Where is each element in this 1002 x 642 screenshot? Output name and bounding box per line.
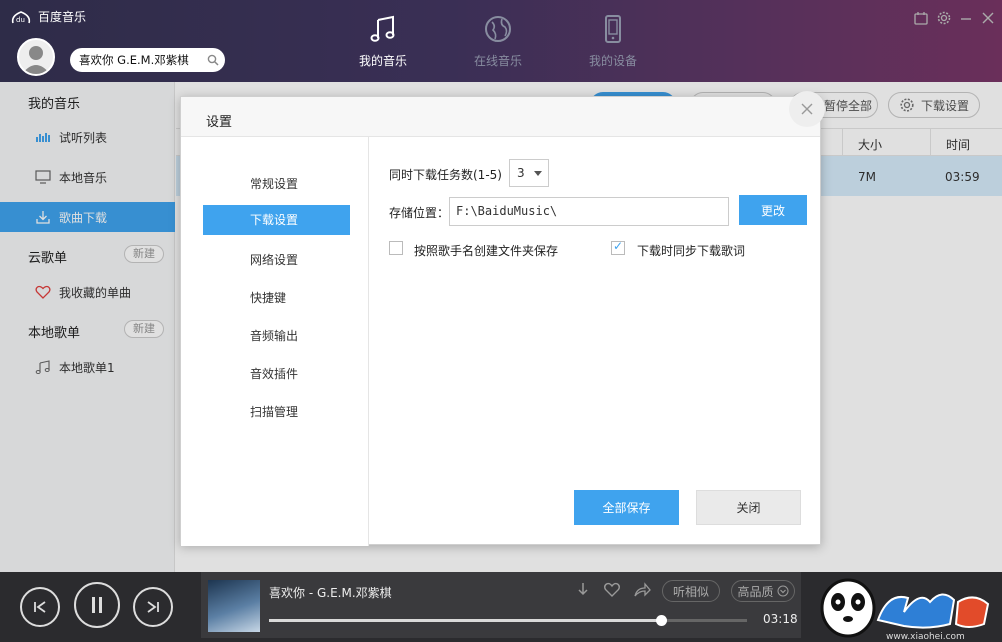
download-icon[interactable] [574,581,592,599]
search-box[interactable]: 喜欢你 G.E.M.邓紫棋 [70,48,225,72]
download-settings-panel: 同时下载任务数(1-5) 3 存储位置： F:\BaiduMusic\ 更改 按… [369,137,821,546]
quality-label: 高品质 [737,584,774,599]
pause-icon [92,597,102,613]
album-cover[interactable] [208,580,260,632]
svg-text:du: du [16,16,25,24]
svg-text:www.xiaohei.com: www.xiaohei.com [886,632,965,642]
sync-lyrics-label: 下载时同步下载歌词 [637,244,746,258]
elapsed-time: 03:18 [763,612,798,626]
user-avatar[interactable] [17,38,55,76]
track-title[interactable]: 喜欢你 - G.E.M.邓紫棋 [269,584,392,601]
settings-nav-general[interactable]: 常规设置 [203,169,350,199]
app-title: 百度音乐 [38,10,87,24]
settings-nav-effect-plugins[interactable]: 音效插件 [203,359,350,389]
tab-my-device[interactable]: 我的设备 [573,14,653,69]
globe-icon [485,16,511,42]
change-path-button[interactable]: 更改 [739,195,807,225]
search-icon[interactable] [207,54,219,66]
chevron-down-icon [534,171,542,176]
tab-online-music-label: 在线音乐 [473,54,522,68]
similar-songs-button[interactable]: 听相似 [662,580,720,602]
minimize-icon[interactable] [958,10,974,26]
now-playing-panel: 喜欢你 - G.E.M.邓紫棋 听相似 高品质 03:18 [201,572,801,638]
user-silhouette-icon [22,46,50,74]
close-icon [801,103,813,115]
storage-path-field[interactable]: F:\BaiduMusic\ [449,197,729,226]
music-note-icon [370,15,395,42]
share-icon[interactable] [633,581,651,599]
sync-lyrics-checkbox[interactable] [611,239,625,255]
heart-icon[interactable] [603,581,621,599]
tab-my-music[interactable]: 我的音乐 [343,14,423,69]
settings-nav-download[interactable]: 下载设置 [203,205,350,235]
concurrent-downloads-value: 3 [517,166,525,180]
folder-by-artist-label: 按照歌手名创建文件夹保存 [414,244,559,258]
phone-device-icon [605,15,621,43]
tab-online-music[interactable]: 在线音乐 [458,14,538,69]
chevron-down-icon [777,585,788,597]
previous-track-button[interactable] [20,587,60,627]
settings-nav: 常规设置 下载设置 网络设置 快捷键 音频输出 音效插件 扫描管理 [181,137,369,546]
folder-by-artist-checkbox[interactable] [389,241,403,255]
gear-icon[interactable] [936,10,952,26]
storage-location-label: 存储位置： [389,206,450,220]
xiaohei-watermark-logo: www.xiaohei.com [808,572,1002,642]
settings-nav-audio-output[interactable]: 音频输出 [203,321,350,351]
tab-my-device-label: 我的设备 [588,54,637,68]
search-input[interactable]: 喜欢你 G.E.M.邓紫棋 [79,52,207,68]
settings-dialog: 设置 常规设置 下载设置 网络设置 快捷键 音频输出 音效插件 扫描管理 同时下… [180,91,825,546]
dialog-close-button[interactable] [789,91,825,127]
concurrent-downloads-label: 同时下载任务数(1-5) [389,168,502,182]
progress-handle[interactable] [655,615,667,626]
settings-nav-hotkeys[interactable]: 快捷键 [203,283,350,313]
previous-icon [34,601,46,613]
next-icon [147,601,159,613]
skin-icon[interactable] [913,10,929,26]
save-all-button[interactable]: 全部保存 [574,490,679,525]
pause-button[interactable] [74,582,120,628]
baidu-music-logo-icon: du [11,10,31,24]
settings-nav-scan-management[interactable]: 扫描管理 [203,397,350,427]
quality-selector[interactable]: 高品质 [731,580,795,602]
tab-my-music-label: 我的音乐 [358,54,407,68]
next-track-button[interactable] [133,587,173,627]
concurrent-downloads-select[interactable]: 3 [509,159,549,187]
settings-nav-network[interactable]: 网络设置 [203,245,350,275]
close-dialog-button[interactable]: 关闭 [696,490,801,525]
app-title-area: du 百度音乐 [10,8,86,25]
dialog-title: 设置 [206,115,233,130]
progress-bar[interactable] [269,615,747,626]
title-bar: du 百度音乐 喜欢你 G.E.M.邓紫棋 我的音乐 在线音乐 我的设备 [0,0,1002,82]
close-icon[interactable] [980,10,996,26]
dialog-header: 设置 [181,97,820,137]
progress-fill [269,619,661,622]
